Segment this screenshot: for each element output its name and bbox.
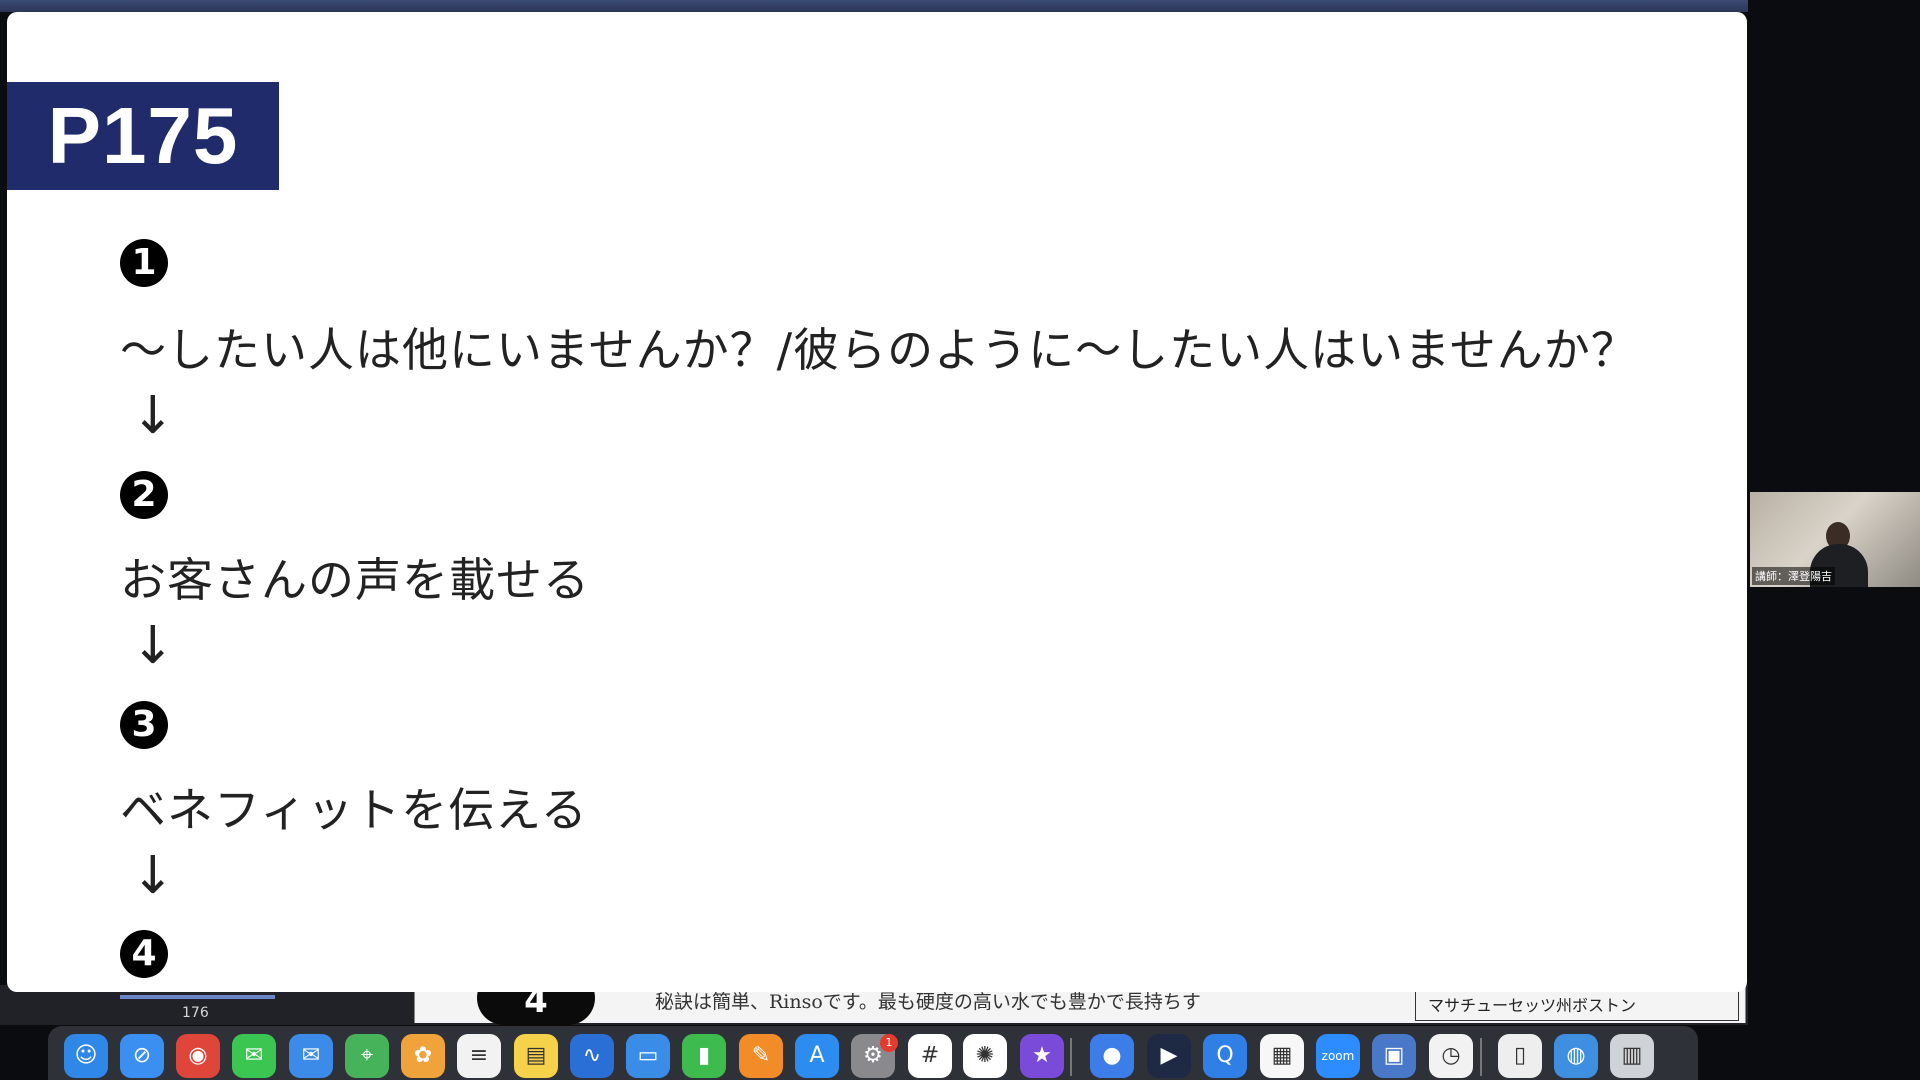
- zoom-icon[interactable]: zoom: [1316, 1034, 1360, 1078]
- safari-icon[interactable]: ⊘: [120, 1034, 164, 1078]
- globe-icon[interactable]: ◍: [1554, 1034, 1598, 1078]
- keynote-icon[interactable]: ▭: [626, 1034, 670, 1078]
- down-arrow-2: ↓: [131, 616, 175, 676]
- step-4-badge: 4: [120, 930, 168, 978]
- dock-separator: [1070, 1038, 1072, 1076]
- calendar-icon[interactable]: ▦: [1260, 1034, 1304, 1078]
- step-1-text: 〜したい人は他にいませんか？/彼らのように〜したい人はいませんか？: [120, 323, 1638, 377]
- chatgpt-icon[interactable]: ✺: [963, 1034, 1007, 1078]
- notification-badge: 1: [880, 1034, 898, 1052]
- app-store-icon[interactable]: A: [795, 1034, 839, 1078]
- step-2-text: お客さんの声を載せる: [120, 553, 590, 607]
- imovie-icon[interactable]: ★: [1020, 1034, 1064, 1078]
- dock-separator: [1480, 1038, 1482, 1076]
- clock-icon[interactable]: ◷: [1429, 1034, 1473, 1078]
- quicktime-icon[interactable]: Q: [1203, 1034, 1247, 1078]
- document-boxed-text: マサチューセッツ州ボストン: [1415, 991, 1739, 1021]
- device-icon[interactable]: ▣: [1372, 1034, 1416, 1078]
- app-arrow-icon[interactable]: ▶: [1147, 1034, 1191, 1078]
- slide: P175 1 〜したい人は他にいませんか？/彼らのように〜したい人はいませんか？…: [7, 12, 1747, 992]
- step-1: 1: [120, 239, 168, 287]
- freeform-icon[interactable]: ∿: [570, 1034, 614, 1078]
- reminders-icon[interactable]: ≡: [457, 1034, 501, 1078]
- numbers-icon[interactable]: ▮: [682, 1034, 726, 1078]
- down-arrow-3: ↓: [131, 846, 175, 906]
- app-circle-icon[interactable]: ●: [1090, 1034, 1134, 1078]
- messages-icon[interactable]: ✉: [232, 1034, 276, 1078]
- finder-icon[interactable]: ☺: [64, 1034, 108, 1078]
- participant-name: 講師：澤登陽吉: [1752, 567, 1835, 585]
- step-1-badge: 1: [120, 239, 168, 287]
- page-label: P175: [7, 82, 279, 190]
- step-2-badge: 2: [120, 471, 168, 519]
- window-top-bar: [0, 0, 1748, 12]
- screen-edge: [1748, 0, 1920, 12]
- step-3: 3: [120, 701, 168, 749]
- maps-icon[interactable]: ⌖: [345, 1034, 389, 1078]
- step-2: 2: [120, 471, 168, 519]
- photos-icon[interactable]: ✿: [401, 1034, 445, 1078]
- down-arrow-1: ↓: [131, 386, 175, 446]
- participant-video-tile[interactable]: 講師：澤登陽吉: [1750, 492, 1920, 587]
- step-3-badge: 3: [120, 701, 168, 749]
- slack-icon[interactable]: #: [908, 1034, 952, 1078]
- step-4: 4: [120, 930, 168, 978]
- mail-icon[interactable]: ✉: [289, 1034, 333, 1078]
- chrome-icon[interactable]: ◉: [176, 1034, 220, 1078]
- pages-icon[interactable]: ✎: [739, 1034, 783, 1078]
- document-icon[interactable]: ▯: [1498, 1034, 1542, 1078]
- notes-icon[interactable]: ▤: [514, 1034, 558, 1078]
- trash-icon[interactable]: ▥: [1610, 1034, 1654, 1078]
- page-number: 176: [182, 1005, 209, 1021]
- page-thumbnail-indicator: [120, 995, 275, 999]
- dock: ☺ ⊘ ◉ ✉ ✉ ⌖ ✿ ≡ ▤ ∿ ▭ ▮ ✎ A ⚙ # ✺ ★ ● ▶ Q ▦ zoom ▣ ◷ ▯ ◍ ▥: [48, 1026, 1698, 1080]
- step-3-text: ベネフィットを伝える: [120, 783, 588, 837]
